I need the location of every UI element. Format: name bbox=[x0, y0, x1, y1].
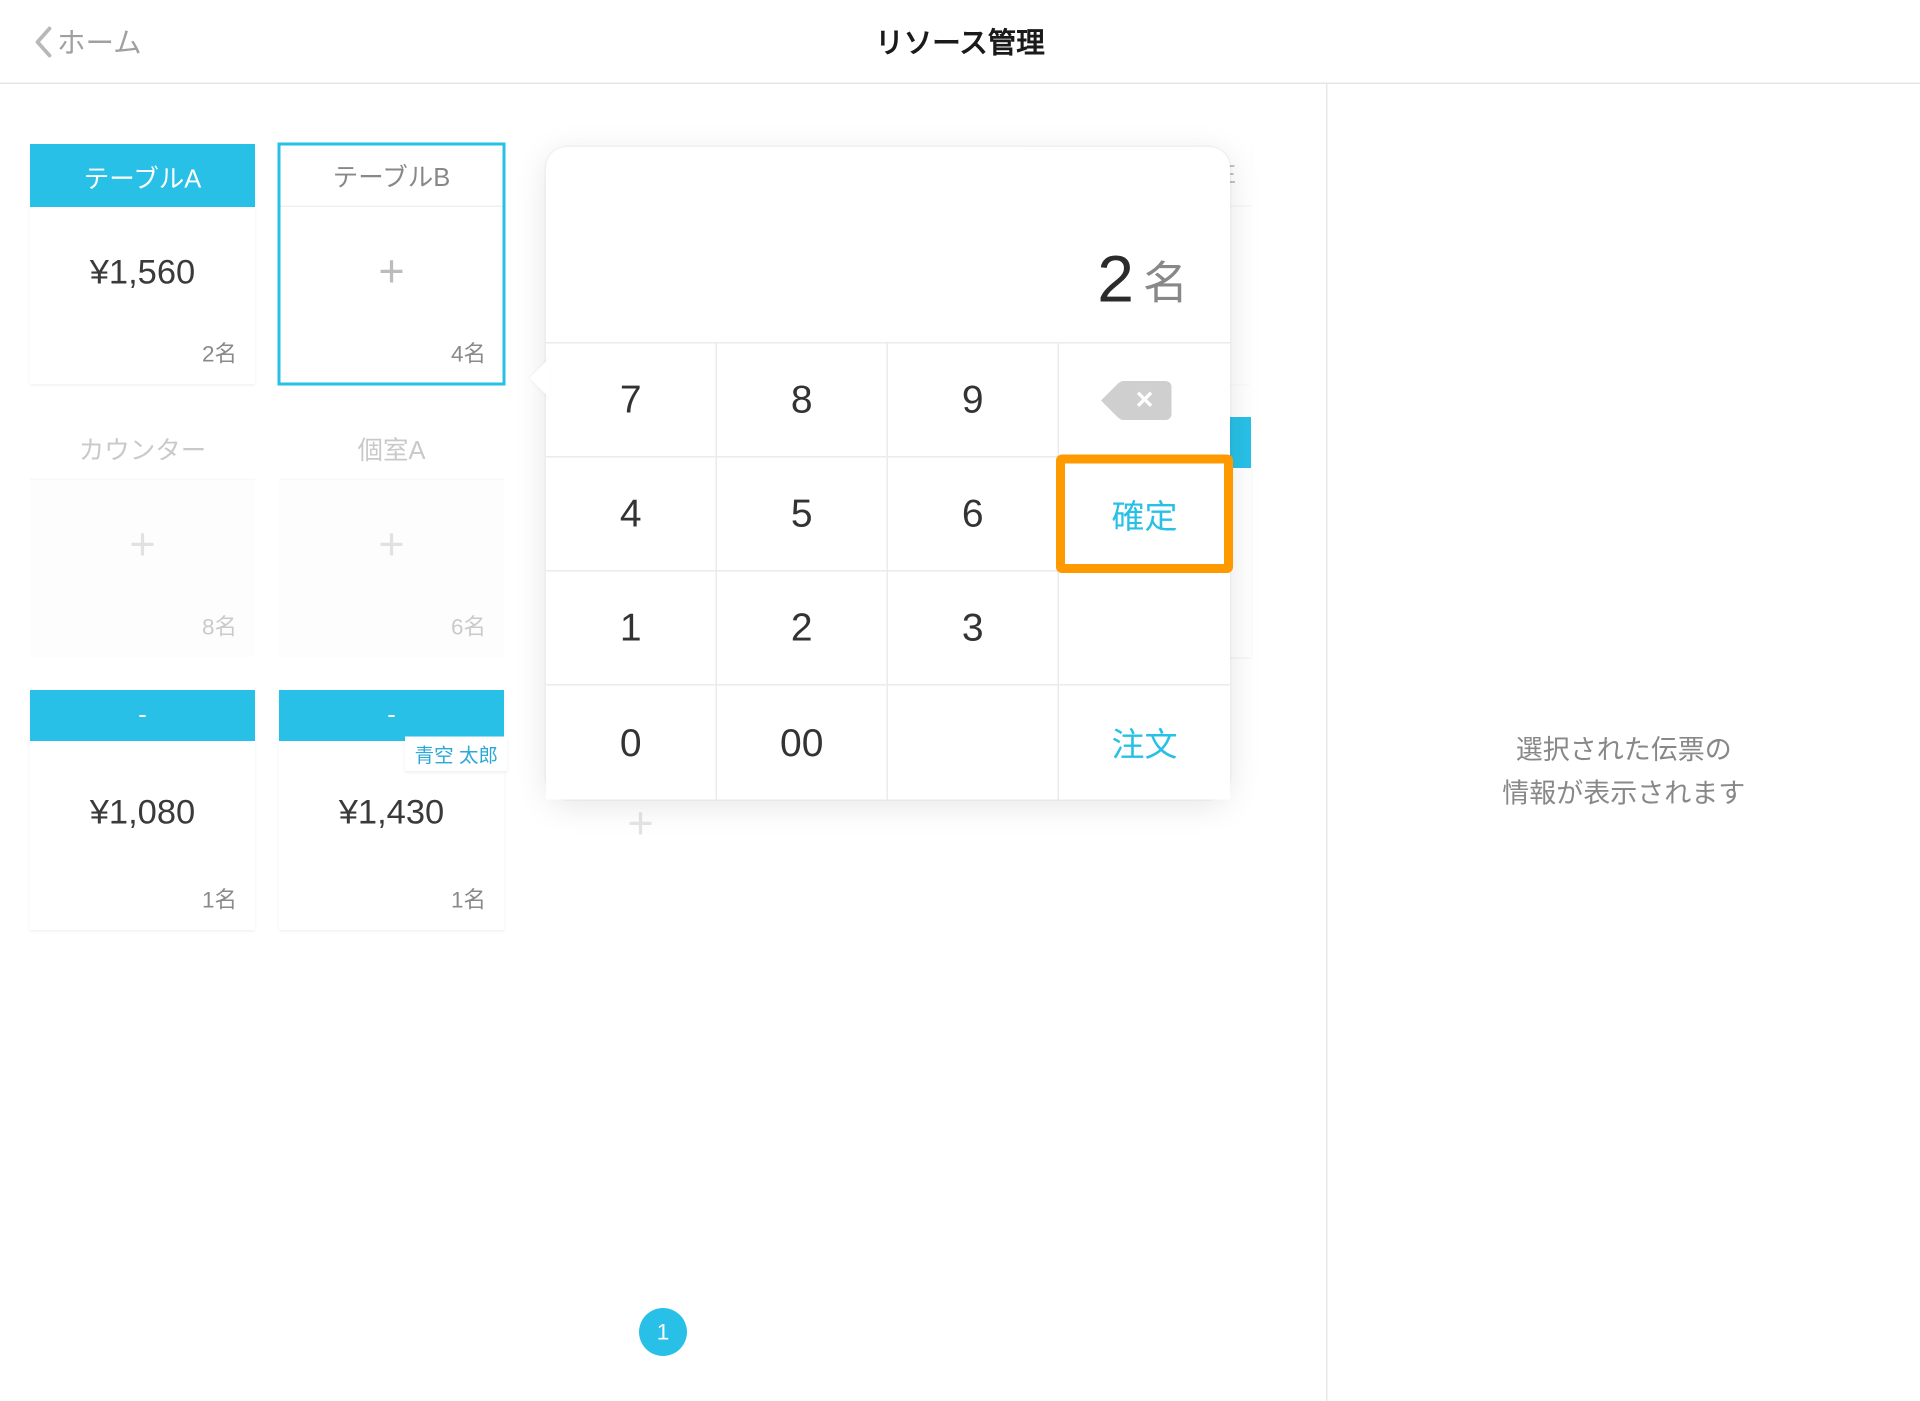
confirm-button[interactable]: 確定 bbox=[1059, 458, 1230, 572]
card-header: - bbox=[30, 690, 255, 741]
numkey-backspace[interactable]: ✕ bbox=[1059, 344, 1230, 458]
card-capacity: 1名 bbox=[30, 884, 255, 931]
numkey-9[interactable]: 9 bbox=[888, 344, 1059, 458]
guest-count-value: 2 bbox=[1097, 243, 1134, 318]
resource-card-counter[interactable]: カウンター + 8名 bbox=[30, 417, 255, 657]
card-capacity: 8名 bbox=[30, 611, 255, 658]
numpad: 7 8 9 ✕ 4 5 6 確定 1 2 3 bbox=[546, 342, 1230, 800]
detail-pane: 選択された伝票の 情報が表示されます bbox=[1328, 84, 1920, 1401]
page-title: リソース管理 bbox=[875, 21, 1045, 62]
resource-card-dash-1[interactable]: - ¥1,080 1名 bbox=[30, 690, 255, 930]
numkey-1[interactable]: 1 bbox=[546, 572, 717, 686]
numkey-00[interactable]: 00 bbox=[717, 686, 888, 800]
card-capacity: 6名 bbox=[279, 611, 504, 658]
card-header: テーブルB bbox=[279, 144, 504, 207]
top-nav: ホーム リソース管理 bbox=[0, 0, 1920, 84]
numkey-6[interactable]: 6 bbox=[888, 458, 1059, 572]
card-capacity: 1名 bbox=[279, 884, 504, 931]
numkey-5[interactable]: 5 bbox=[717, 458, 888, 572]
numkey-empty-2 bbox=[888, 686, 1059, 800]
card-amount: ¥1,080 bbox=[30, 741, 255, 884]
back-label: ホーム bbox=[57, 21, 142, 62]
numkey-4[interactable]: 4 bbox=[546, 458, 717, 572]
numkey-0[interactable]: 0 bbox=[546, 686, 717, 800]
plus-icon: + bbox=[627, 800, 653, 851]
page-number: 1 bbox=[657, 1319, 670, 1345]
plus-icon: + bbox=[30, 480, 255, 611]
numkey-7[interactable]: 7 bbox=[546, 344, 717, 458]
card-capacity: 2名 bbox=[30, 338, 255, 385]
card-header: 個室A bbox=[279, 417, 504, 480]
guest-count-popover: 2 名 7 8 9 ✕ 4 5 6 確定 bbox=[546, 147, 1230, 800]
popover-arrow-icon bbox=[530, 357, 551, 399]
card-header: カウンター bbox=[30, 417, 255, 480]
card-header: テーブルA bbox=[30, 144, 255, 207]
numkey-empty bbox=[1059, 572, 1230, 686]
back-button[interactable]: ホーム bbox=[0, 21, 142, 62]
guest-count-unit: 名 bbox=[1143, 246, 1188, 318]
numkey-3[interactable]: 3 bbox=[888, 572, 1059, 686]
guest-count-display: 2 名 bbox=[546, 147, 1230, 342]
plus-icon: + bbox=[279, 207, 504, 338]
plus-icon: + bbox=[279, 480, 504, 611]
resource-card-table-a[interactable]: テーブルA ¥1,560 2名 bbox=[30, 144, 255, 384]
backspace-icon: ✕ bbox=[1118, 380, 1172, 419]
order-button[interactable]: 注文 bbox=[1059, 686, 1230, 800]
resource-card-dash-2[interactable]: 青空 太郎 - ¥1,430 1名 bbox=[279, 690, 504, 930]
resource-card-table-b[interactable]: テーブルB + 4名 bbox=[279, 144, 504, 384]
resource-grid-pane: テーブルA ¥1,560 2名 テーブルB + 4名 E 2名 bbox=[0, 84, 1328, 1401]
card-amount: ¥1,560 bbox=[30, 207, 255, 338]
card-header: - bbox=[279, 690, 504, 741]
customer-name-sticker: 青空 太郎 bbox=[406, 737, 507, 772]
numkey-8[interactable]: 8 bbox=[717, 344, 888, 458]
numkey-2[interactable]: 2 bbox=[717, 572, 888, 686]
chevron-left-icon bbox=[33, 25, 54, 58]
detail-placeholder: 選択された伝票の 情報が表示されます bbox=[1502, 729, 1745, 815]
card-capacity: 4名 bbox=[279, 338, 504, 385]
resource-card-private-a[interactable]: 個室A + 6名 bbox=[279, 417, 504, 657]
page-indicator[interactable]: 1 bbox=[639, 1308, 687, 1356]
